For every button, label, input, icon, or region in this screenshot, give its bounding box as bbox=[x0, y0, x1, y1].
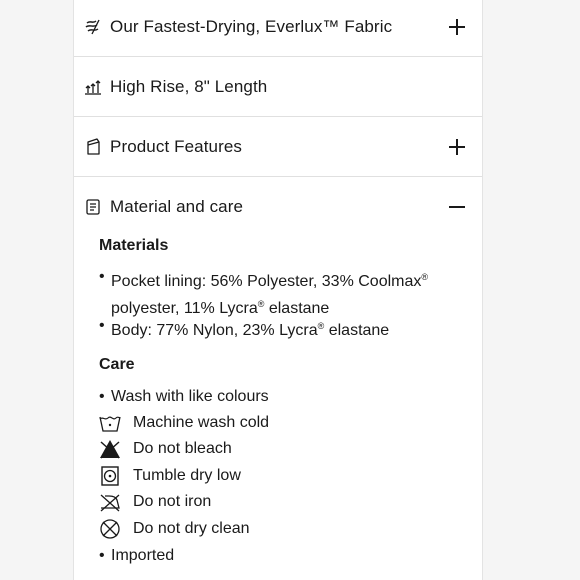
product-details-panel: Our Fastest-Drying, Everlux™ Fabric High… bbox=[73, 0, 483, 580]
plus-icon[interactable] bbox=[448, 18, 466, 36]
materials-heading: Materials bbox=[99, 237, 169, 254]
care-heading: Care bbox=[99, 356, 135, 373]
list-item-wash-colours: • Wash with like colours bbox=[99, 388, 269, 405]
list-item-pocket-lining: • Pocket lining: 56% Polyester, 33% Cool… bbox=[99, 268, 429, 317]
accordion-item-product-features[interactable]: Product Features bbox=[74, 117, 482, 177]
list-item-imported: • Imported bbox=[99, 547, 175, 564]
care-item-label: Do not bleach bbox=[133, 440, 232, 457]
accordion-item-label: Product Features bbox=[110, 136, 242, 156]
plus-icon[interactable] bbox=[448, 138, 466, 156]
accordion-item-fabric[interactable]: Our Fastest-Drying, Everlux™ Fabric bbox=[74, 0, 482, 57]
features-icon bbox=[87, 137, 100, 155]
do-not-dry-clean-icon bbox=[100, 519, 120, 539]
care-item-label: Tumble dry low bbox=[133, 467, 241, 484]
accordion-item-label: Our Fastest-Drying, Everlux™ Fabric bbox=[110, 16, 393, 36]
accordion-item-material-care[interactable]: Material and care bbox=[74, 177, 482, 237]
accordion-item-rise-length: High Rise, 8" Length bbox=[74, 57, 482, 117]
care-tag-icon bbox=[86, 199, 100, 215]
care-item-label: Machine wash cold bbox=[133, 414, 270, 431]
fabric-icon bbox=[85, 19, 100, 34]
accordion-item-label: Material and care bbox=[110, 197, 244, 216]
care-item: Machine wash cold bbox=[99, 411, 269, 435]
care-item-label: Do not dry clean bbox=[133, 520, 250, 537]
minus-icon[interactable] bbox=[448, 198, 466, 216]
care-item: Do not dry clean bbox=[99, 517, 250, 541]
accordion-item-label: High Rise, 8" Length bbox=[110, 76, 268, 96]
rise-length-icon bbox=[85, 79, 101, 95]
care-item: Do not iron bbox=[99, 490, 211, 514]
list-item-body: • Body: 77% Nylon, 23% Lycra® elastane bbox=[99, 317, 390, 339]
tumble-dry-low-icon bbox=[101, 466, 119, 486]
care-item: Tumble dry low bbox=[99, 464, 241, 488]
care-item-label: Do not iron bbox=[133, 493, 212, 510]
care-item: Do not bleach bbox=[99, 437, 232, 461]
do-not-bleach-icon bbox=[100, 440, 120, 459]
machine-wash-cold-icon bbox=[99, 416, 121, 432]
do-not-iron-icon bbox=[100, 494, 120, 512]
